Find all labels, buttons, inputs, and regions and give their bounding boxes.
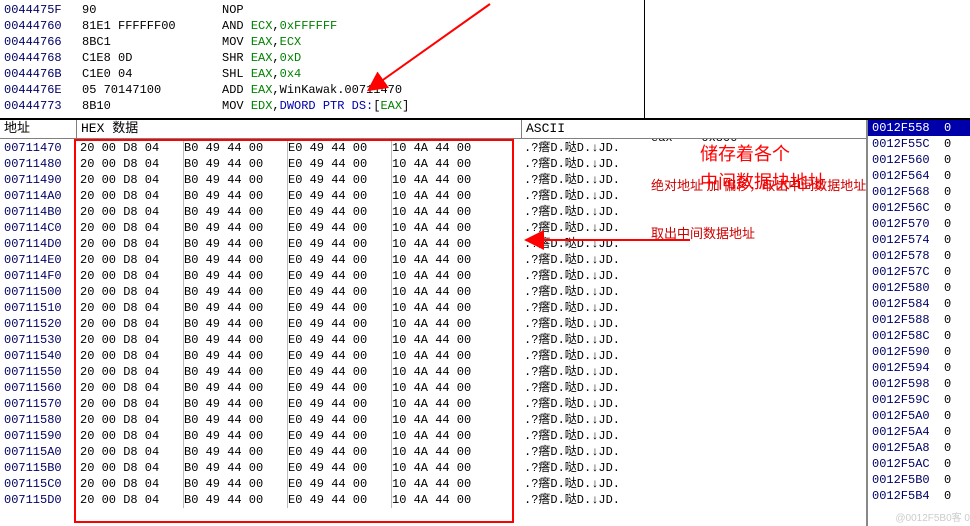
dump-row[interactable]: 007114C020 00 D8 04 B0 49 44 00 E0 49 44… <box>0 220 866 236</box>
dump-row[interactable]: 0071157020 00 D8 04 B0 49 44 00 E0 49 44… <box>0 396 866 412</box>
dump-row[interactable]: 0071153020 00 D8 04 B0 49 44 00 E0 49 44… <box>0 332 866 348</box>
hexdump-headers: 地址 HEX 数据 ASCII <box>0 120 866 139</box>
dump-row[interactable]: 0071154020 00 D8 04 B0 49 44 00 E0 49 44… <box>0 348 866 364</box>
stack-row[interactable]: 0012F5AC 0 <box>868 456 970 472</box>
dump-row[interactable]: 007115A020 00 D8 04 B0 49 44 00 E0 49 44… <box>0 444 866 460</box>
stack-row[interactable]: 0012F594 0 <box>868 360 970 376</box>
stack-row[interactable]: 0012F590 0 <box>868 344 970 360</box>
bottom-pane: 地址 HEX 数据 ASCII 0071147020 00 D8 04 B0 4… <box>0 120 970 526</box>
disasm-row[interactable]: 004447668BC1MOV EAX,ECX <box>4 34 644 50</box>
dump-row[interactable]: 0071152020 00 D8 04 B0 49 44 00 E0 49 44… <box>0 316 866 332</box>
dump-row[interactable]: 007114F020 00 D8 04 B0 49 44 00 E0 49 44… <box>0 268 866 284</box>
disasm-row[interactable]: 0044476081E1 FFFFFF00AND ECX,0xFFFFFF <box>4 18 644 34</box>
hexdump-pane[interactable]: 地址 HEX 数据 ASCII 0071147020 00 D8 04 B0 4… <box>0 120 868 526</box>
stack-row[interactable]: 0012F56C 0 <box>868 200 970 216</box>
dump-row[interactable]: 007115B020 00 D8 04 B0 49 44 00 E0 49 44… <box>0 460 866 476</box>
dump-row[interactable]: 0071158020 00 D8 04 B0 49 44 00 E0 49 44… <box>0 412 866 428</box>
stack-row[interactable]: 0012F57C 0 <box>868 264 970 280</box>
dump-row[interactable]: 0071151020 00 D8 04 B0 49 44 00 E0 49 44… <box>0 300 866 316</box>
stack-row[interactable]: 0012F584 0 <box>868 296 970 312</box>
disasm-row[interactable]: 0044476BC1E0 04SHL EAX,0x4 <box>4 66 644 82</box>
dump-row[interactable]: 0071150020 00 D8 04 B0 49 44 00 E0 49 44… <box>0 284 866 300</box>
stack-row[interactable]: 0012F5B4 0 <box>868 488 970 504</box>
stack-row[interactable]: 0012F574 0 <box>868 232 970 248</box>
dump-row[interactable]: 007114E020 00 D8 04 B0 49 44 00 E0 49 44… <box>0 252 866 268</box>
stack-row[interactable]: 0012F568 0 <box>868 184 970 200</box>
dump-row[interactable]: 007114B020 00 D8 04 B0 49 44 00 E0 49 44… <box>0 204 866 220</box>
dump-row[interactable]: 0071159020 00 D8 04 B0 49 44 00 E0 49 44… <box>0 428 866 444</box>
stack-row[interactable]: 0012F58C 0 <box>868 328 970 344</box>
disasm-row[interactable]: 0044476E05 70147100ADD EAX,WinKawak.0071… <box>4 82 644 98</box>
stack-row[interactable]: 0012F5A4 0 <box>868 424 970 440</box>
register-info: eax == 0x800 绝对地址 加 偏移，取出中间数据地址 取出中间数据地址 <box>645 0 970 118</box>
stack-row[interactable]: 0012F578 0 <box>868 248 970 264</box>
dump-row[interactable]: 007115C020 00 D8 04 B0 49 44 00 E0 49 44… <box>0 476 866 492</box>
stack-row[interactable]: 0012F560 0 <box>868 152 970 168</box>
stack-row[interactable]: 0012F570 0 <box>868 216 970 232</box>
stack-row[interactable]: 0012F55C 0 <box>868 136 970 152</box>
dump-row[interactable]: 007114D020 00 D8 04 B0 49 44 00 E0 49 44… <box>0 236 866 252</box>
hdr-hex: HEX 数据 <box>77 120 522 138</box>
stack-row[interactable]: 0012F598 0 <box>868 376 970 392</box>
disasm-row[interactable]: 004447738B10MOV EDX,DWORD PTR DS:[EAX] <box>4 98 644 114</box>
stack-pane[interactable]: 0012F558 00012F55C 00012F560 00012F564 0… <box>868 120 970 526</box>
stack-row[interactable]: 0012F5A0 0 <box>868 408 970 424</box>
dump-row[interactable]: 007115D020 00 D8 04 B0 49 44 00 E0 49 44… <box>0 492 866 508</box>
stack-row[interactable]: 0012F588 0 <box>868 312 970 328</box>
stack-row[interactable]: 0012F580 0 <box>868 280 970 296</box>
stack-row[interactable]: 0012F558 0 <box>868 120 970 136</box>
hdr-ascii: ASCII <box>522 120 565 138</box>
stack-row[interactable]: 0012F59C 0 <box>868 392 970 408</box>
stack-row[interactable]: 0012F5B0 0 <box>868 472 970 488</box>
hdr-addr: 地址 <box>0 120 77 138</box>
disasm-row[interactable]: 0044475F90NOP <box>4 2 644 18</box>
disasm-row[interactable]: 00444768C1E8 0DSHR EAX,0xD <box>4 50 644 66</box>
disasm-pane: 0044475F90NOP0044476081E1 FFFFFF00AND EC… <box>0 0 970 120</box>
stack-row[interactable]: 0012F564 0 <box>868 168 970 184</box>
stack-row[interactable]: 0012F5A8 0 <box>868 440 970 456</box>
dump-row[interactable]: 0071155020 00 D8 04 B0 49 44 00 E0 49 44… <box>0 364 866 380</box>
disasm-listing[interactable]: 0044475F90NOP0044476081E1 FFFFFF00AND EC… <box>0 0 645 118</box>
annotation-text: 储存着各个 中间数据块地址 <box>700 140 826 196</box>
watermark: @0012F5B0客 0 <box>895 509 970 524</box>
dump-row[interactable]: 0071156020 00 D8 04 B0 49 44 00 E0 49 44… <box>0 380 866 396</box>
